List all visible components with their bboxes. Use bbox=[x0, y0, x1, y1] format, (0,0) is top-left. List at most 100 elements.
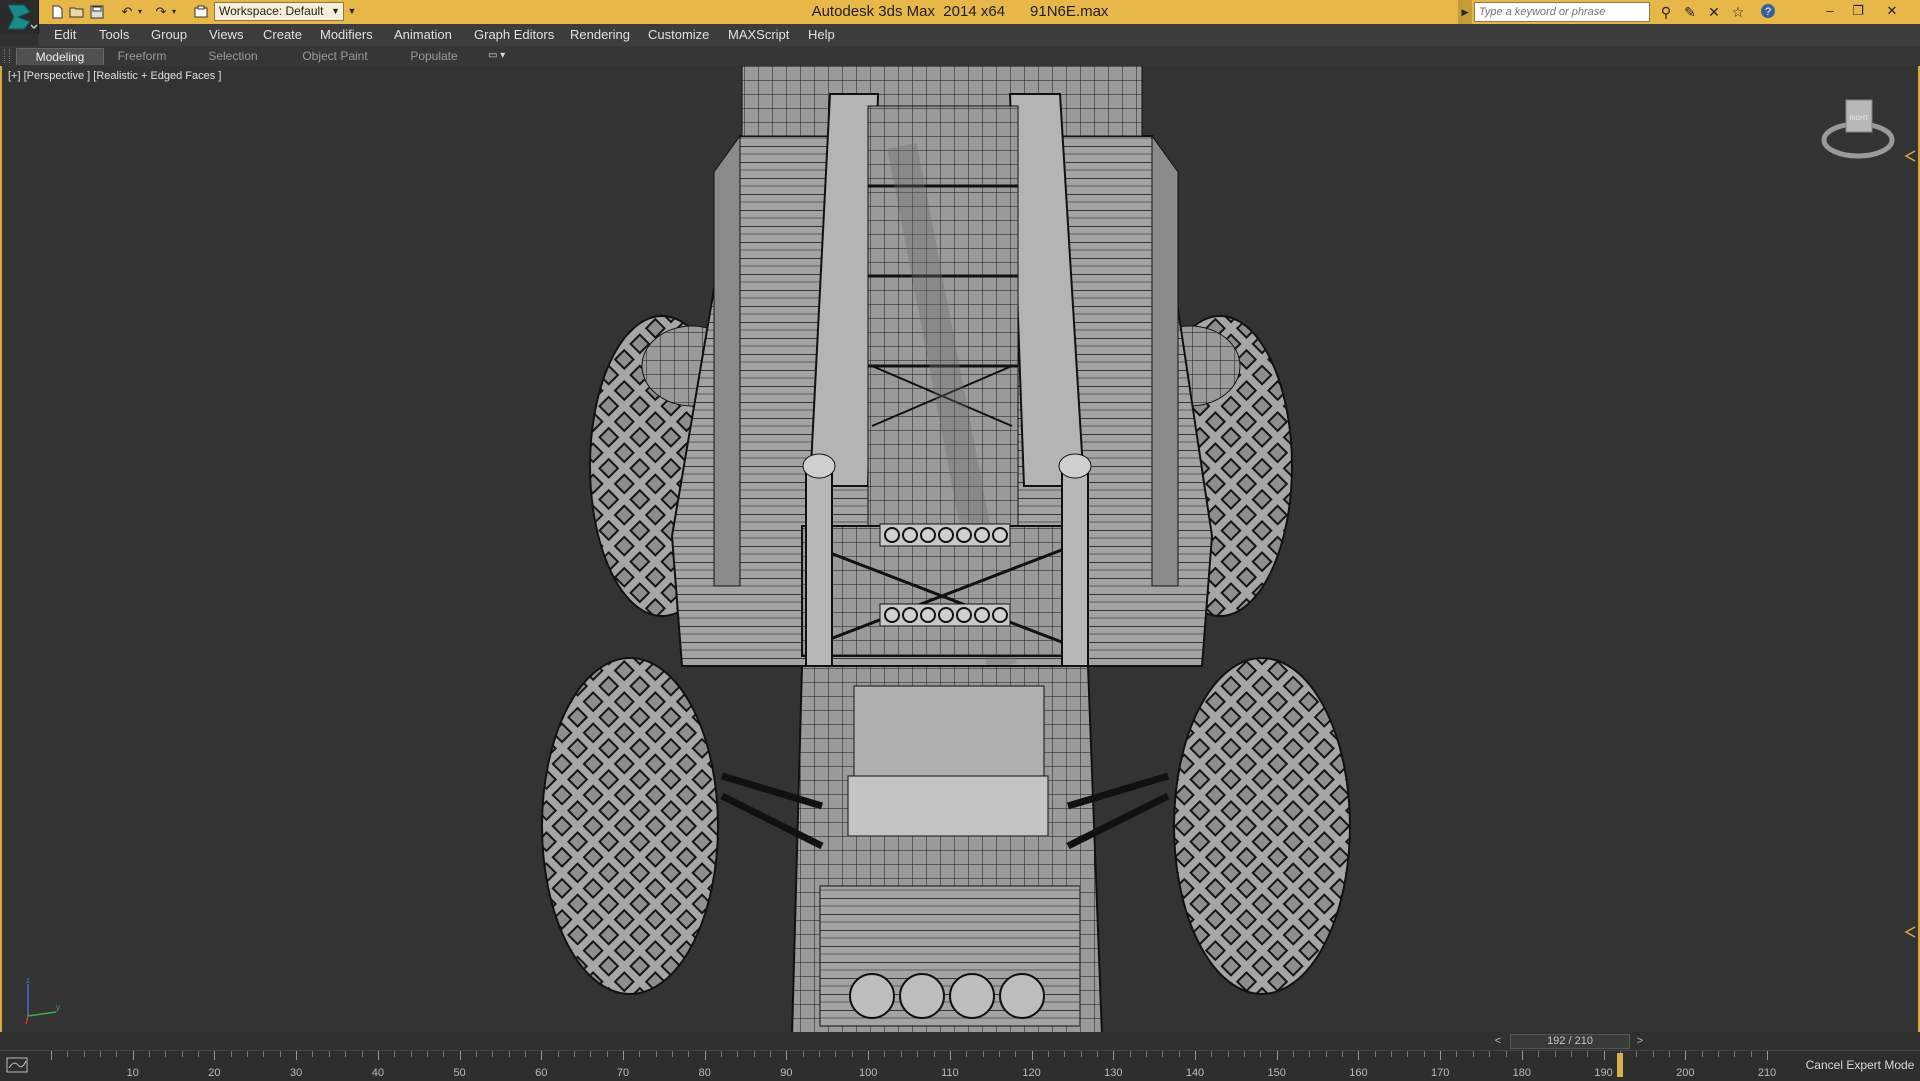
timeline-tick bbox=[1472, 1051, 1474, 1057]
open-file-icon[interactable] bbox=[68, 3, 86, 20]
workspace-menu-icon[interactable]: ▼ bbox=[346, 2, 358, 21]
timeline-tick bbox=[623, 1051, 624, 1060]
timeline-tick-label: 130 bbox=[1104, 1067, 1123, 1079]
timeline-tick bbox=[181, 1051, 183, 1057]
timeline-tick bbox=[1767, 1051, 1768, 1060]
timeline-tick bbox=[1211, 1051, 1213, 1057]
3dsmax-logo-icon bbox=[7, 4, 38, 30]
frame-counter[interactable]: 192 / 210 bbox=[1510, 1034, 1630, 1049]
expand-search-icon[interactable]: ▶ bbox=[1458, 0, 1472, 24]
timeline-tick bbox=[966, 1051, 968, 1057]
viewport-label[interactable]: [+] [Perspective ] [Realistic + Edged Fa… bbox=[8, 70, 221, 82]
timeline-tick bbox=[802, 1051, 804, 1057]
timeline-tick bbox=[1276, 1051, 1278, 1060]
tab-modeling[interactable]: Modeling bbox=[16, 48, 104, 65]
timeline-tick-label: 60 bbox=[535, 1067, 548, 1079]
timeline-tick bbox=[1538, 1051, 1540, 1057]
timeline-tick bbox=[410, 1051, 412, 1057]
timeline-tick-label: 140 bbox=[1185, 1067, 1205, 1079]
help-icon[interactable]: ? bbox=[1758, 3, 1778, 21]
undo-dropdown-icon[interactable]: ▾ bbox=[135, 3, 145, 20]
menu-group[interactable]: Group bbox=[151, 24, 187, 46]
next-frame-button[interactable]: > bbox=[1632, 1034, 1648, 1049]
save-icon[interactable] bbox=[88, 3, 106, 20]
timeline-tick bbox=[263, 1051, 265, 1057]
timeline-tick bbox=[1244, 1051, 1246, 1057]
app-menu-button[interactable] bbox=[0, 0, 39, 34]
menu-views[interactable]: Views bbox=[209, 24, 243, 46]
menu-animation[interactable]: Animation bbox=[394, 24, 452, 46]
menu-create[interactable]: Create bbox=[263, 24, 302, 46]
timeline-tick bbox=[655, 1051, 657, 1057]
restore-icon[interactable]: ❐ bbox=[1844, 0, 1872, 22]
timeline-tick bbox=[361, 1051, 363, 1057]
timeline-tick bbox=[198, 1051, 200, 1057]
mini-curve-editor-icon[interactable] bbox=[6, 1056, 36, 1076]
timeline-tick bbox=[704, 1051, 706, 1060]
timeline-tick bbox=[1407, 1051, 1409, 1057]
viewcube-icon[interactable]: RIGHT bbox=[1820, 96, 1896, 160]
menu-help[interactable]: Help bbox=[808, 24, 835, 46]
time-slider-handle[interactable] bbox=[1616, 1053, 1623, 1077]
infocenter-binoculars-icon[interactable]: ⚲ bbox=[1656, 3, 1676, 21]
tab-freeform[interactable]: Freeform bbox=[106, 48, 178, 65]
infocenter-search: ▶ ⚲ ✎ ✕ ☆ ? bbox=[1458, 0, 1778, 24]
timeline-tick bbox=[639, 1051, 641, 1057]
timeline-tick bbox=[1064, 1051, 1066, 1057]
timeline-tick bbox=[1015, 1051, 1017, 1057]
timeline-tick bbox=[1652, 1051, 1654, 1057]
timeline-tick bbox=[1342, 1051, 1344, 1057]
viewport-marker-icon bbox=[1904, 926, 1916, 938]
search-input[interactable] bbox=[1474, 2, 1650, 22]
menu-edit[interactable]: Edit bbox=[54, 24, 76, 46]
menu-rendering[interactable]: Rendering bbox=[570, 24, 630, 46]
cancel-expert-mode-button[interactable]: Cancel Expert Mode bbox=[1800, 1050, 1920, 1080]
timeline-tick bbox=[1603, 1051, 1605, 1060]
ribbon-display-toggle-icon[interactable]: ▭ ▾ bbox=[488, 49, 514, 63]
timeline-tick bbox=[1554, 1051, 1556, 1057]
redo-dropdown-icon[interactable]: ▾ bbox=[169, 3, 179, 20]
timeline-tick-label: 10 bbox=[126, 1067, 139, 1079]
timeline-tick bbox=[51, 1051, 52, 1060]
timeline-tick-label: 30 bbox=[290, 1067, 303, 1079]
ribbon-grip-handle[interactable] bbox=[4, 49, 10, 63]
tab-selection[interactable]: Selection bbox=[196, 48, 270, 65]
menu-customize[interactable]: Customize bbox=[648, 24, 709, 46]
ribbon-tabs: Modeling Freeform Selection Object Paint… bbox=[0, 46, 1920, 67]
timeline-tick bbox=[917, 1051, 919, 1057]
timeline-tick bbox=[933, 1051, 935, 1057]
timeline-tick bbox=[279, 1051, 281, 1057]
workspace-dropdown[interactable]: Workspace: Default ▼ bbox=[214, 2, 344, 21]
new-file-icon[interactable] bbox=[48, 3, 66, 20]
favorites-star-icon[interactable]: ☆ bbox=[1728, 3, 1748, 21]
redo-icon[interactable]: ↷ bbox=[152, 3, 170, 20]
menu-modifiers[interactable]: Modifiers bbox=[320, 24, 373, 46]
timeline-tick bbox=[1227, 1051, 1229, 1057]
tab-object-paint[interactable]: Object Paint bbox=[290, 48, 380, 65]
communication-center-icon[interactable]: ✎ bbox=[1680, 3, 1700, 21]
menu-graph-editors[interactable]: Graph Editors bbox=[474, 24, 554, 46]
timeline-tick bbox=[1587, 1051, 1589, 1057]
menu-tools[interactable]: Tools bbox=[99, 24, 129, 46]
tab-populate[interactable]: Populate bbox=[398, 48, 470, 65]
timeline-tick bbox=[149, 1051, 151, 1057]
minimize-icon[interactable]: – bbox=[1816, 0, 1844, 22]
timeline-tick-label: 180 bbox=[1512, 1067, 1532, 1079]
close-icon[interactable]: ✕ bbox=[1878, 0, 1906, 22]
perspective-viewport[interactable]: [+] [Perspective ] [Realistic + Edged Fa… bbox=[0, 66, 1920, 1032]
project-folder-icon[interactable] bbox=[192, 3, 210, 20]
timeline-tick bbox=[100, 1051, 102, 1057]
timeline-tick bbox=[1734, 1051, 1736, 1057]
timeline-tick bbox=[1570, 1051, 1572, 1057]
subscription-center-icon[interactable]: ✕ bbox=[1704, 3, 1724, 21]
menu-maxscript[interactable]: MAXScript bbox=[728, 24, 789, 46]
timeline-tick bbox=[1668, 1051, 1670, 1057]
timeline-tick bbox=[1162, 1051, 1164, 1057]
undo-icon[interactable]: ↶ bbox=[118, 3, 136, 20]
timeline-tick bbox=[851, 1051, 853, 1057]
timeline-tick bbox=[835, 1051, 837, 1057]
previous-frame-button[interactable]: < bbox=[1490, 1034, 1506, 1049]
timeline-tick bbox=[1636, 1051, 1638, 1057]
trackbar[interactable]: 10 20 30 40 50 60 70 80 90 100 110 120 130 140 150 160 1… bbox=[46, 1051, 1776, 1081]
timeline-tick bbox=[590, 1051, 592, 1057]
